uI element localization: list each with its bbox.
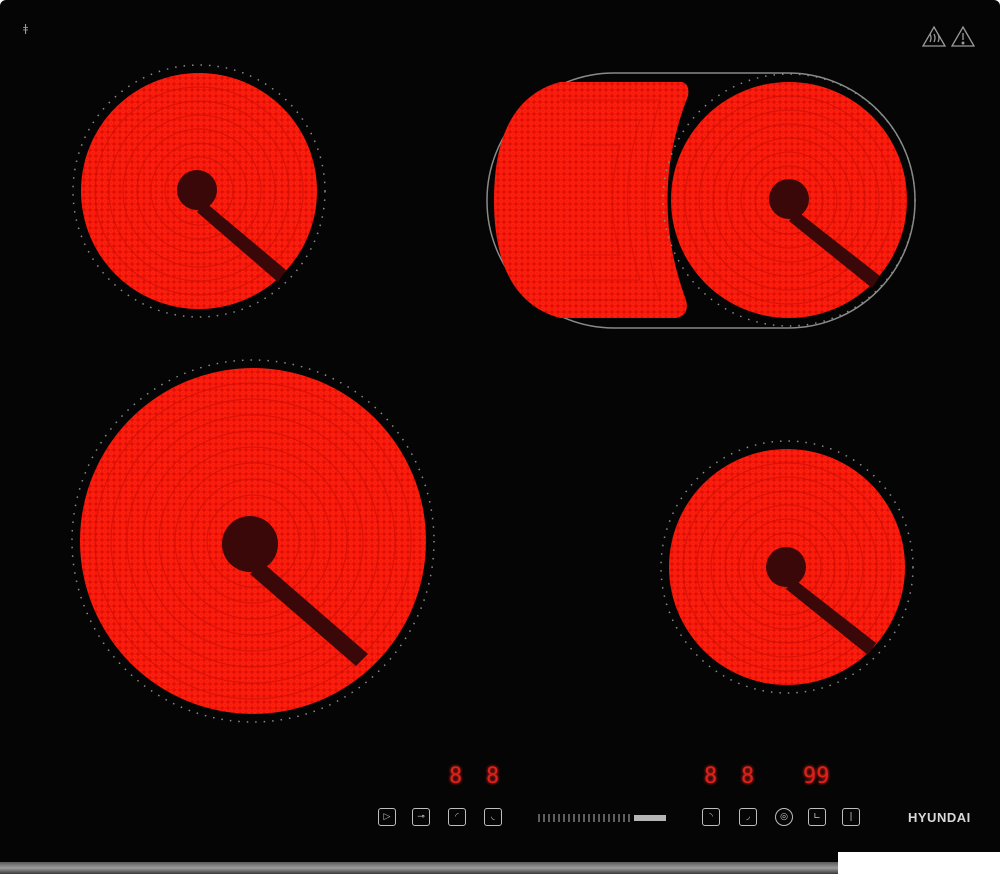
play-icon[interactable]: ▷ — [378, 808, 396, 826]
zone-select-icon[interactable]: ◟ — [484, 808, 502, 826]
zone-select-icon[interactable]: ◝ — [702, 808, 720, 826]
lock-icon[interactable]: ⊸ — [412, 808, 430, 826]
ceramic-hob — [0, 0, 1000, 881]
dual-zone-icon[interactable]: ◎ — [775, 808, 793, 826]
zone-display-1: 8 — [449, 764, 463, 789]
edge-cutout — [838, 852, 1000, 881]
child-lock-indicator-icon: ǂ — [23, 22, 29, 35]
timer-icon[interactable]: ∟ — [808, 808, 826, 826]
zone-select-icon[interactable]: ◞ — [739, 808, 757, 826]
brand-logo: HYUNDAI — [908, 810, 971, 825]
zone-select-icon[interactable]: ◜ — [448, 808, 466, 826]
power-icon[interactable]: | — [842, 808, 860, 826]
zone-display-3: 8 — [704, 764, 718, 789]
zone-display-4: 8 — [741, 764, 755, 789]
zone-display-2: 8 — [486, 764, 500, 789]
timer-display: 99 — [803, 764, 830, 789]
